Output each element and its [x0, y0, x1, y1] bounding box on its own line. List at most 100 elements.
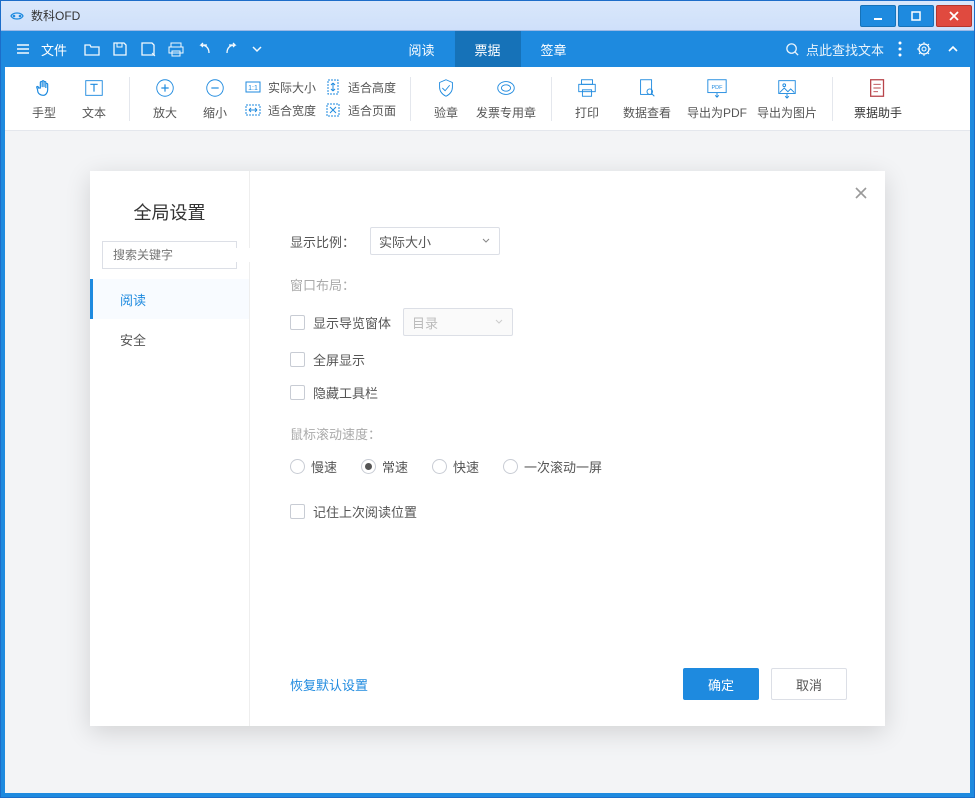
search-text[interactable]: 点此查找文本	[785, 40, 884, 59]
titlebar: 数科OFD	[1, 1, 974, 31]
fit-height-icon	[325, 79, 341, 95]
open-icon[interactable]	[83, 40, 101, 58]
modal-search[interactable]	[102, 241, 237, 269]
tool-actual-size[interactable]: 1:1实际大小	[244, 79, 316, 96]
mouse-scroll-label: 鼠标滚动速度：	[290, 424, 845, 443]
tab-seal[interactable]: 签章	[521, 31, 587, 67]
save-icon[interactable]	[111, 40, 129, 58]
speed-radio-group: 慢速 常速 快速 一次滚动一屏	[290, 457, 845, 476]
hand-icon	[33, 77, 55, 99]
tool-fit-height[interactable]: 适合高度	[324, 79, 396, 96]
tool-ticket-helper-label: 票据助手	[854, 104, 902, 121]
tab-invoice[interactable]: 票据	[454, 31, 520, 67]
ok-button[interactable]: 确定	[683, 668, 759, 700]
close-button[interactable]	[936, 5, 972, 27]
tool-text-label: 文本	[82, 104, 106, 121]
tab-read[interactable]: 阅读	[388, 31, 454, 67]
speed-slow[interactable]: 慢速	[290, 457, 337, 476]
window-title: 数科OFD	[31, 7, 80, 24]
menubar: 文件 阅读 票据 签章 点此查找文本	[5, 31, 970, 67]
main-tabs: 阅读 票据 签章	[388, 31, 586, 67]
fit-width-icon	[245, 102, 261, 118]
chevron-down-icon	[494, 317, 504, 327]
text-icon	[83, 77, 105, 99]
minimize-button[interactable]	[860, 5, 896, 27]
close-icon	[853, 185, 869, 201]
printer-icon	[576, 77, 598, 99]
file-menu[interactable]: 文件	[41, 40, 67, 59]
redo-icon[interactable]	[223, 40, 241, 58]
fullscreen-label: 全屏显示	[313, 350, 365, 369]
settings-gear-icon[interactable]	[916, 41, 932, 57]
speed-fast[interactable]: 快速	[432, 457, 479, 476]
tool-fit-width[interactable]: 适合宽度	[244, 102, 316, 119]
display-ratio-select[interactable]: 实际大小	[370, 227, 500, 255]
remember-position-checkbox[interactable]	[290, 504, 305, 519]
ticket-helper-icon	[867, 77, 889, 99]
tool-zoom-out[interactable]: 缩小	[190, 71, 240, 127]
tool-zoom-in[interactable]: 放大	[140, 71, 190, 127]
tool-export-img[interactable]: 导出为图片	[752, 71, 822, 127]
tool-data-view-label: 数据查看	[623, 104, 671, 121]
sidebar-item-security[interactable]: 安全	[90, 319, 249, 359]
tool-hand-label: 手型	[32, 104, 56, 121]
save-as-icon[interactable]	[139, 40, 157, 58]
shield-check-icon	[435, 77, 457, 99]
nav-select-value: 目录	[412, 313, 438, 332]
menu-hamburger-icon[interactable]	[15, 41, 31, 57]
svg-text:1:1: 1:1	[248, 85, 258, 92]
hide-toolbar-checkbox[interactable]	[290, 385, 305, 400]
pdf-icon: PDF	[705, 77, 729, 99]
tool-print-label: 打印	[575, 104, 599, 121]
print-icon[interactable]	[167, 40, 185, 58]
tool-text[interactable]: 文本	[69, 71, 119, 127]
app-logo-icon	[9, 8, 25, 24]
tool-zoom-out-label: 缩小	[203, 104, 227, 121]
zoom-in-icon	[154, 77, 176, 99]
search-placeholder-text: 点此查找文本	[806, 40, 884, 59]
dropdown-icon[interactable]	[251, 43, 263, 55]
seal-icon	[495, 77, 517, 99]
speed-page[interactable]: 一次滚动一屏	[503, 457, 602, 476]
window-layout-label: 窗口布局：	[290, 275, 845, 294]
undo-icon[interactable]	[195, 40, 213, 58]
speed-normal[interactable]: 常速	[361, 457, 408, 476]
tool-print[interactable]: 打印	[562, 71, 612, 127]
show-nav-label: 显示导览窗体	[313, 313, 391, 332]
restore-defaults-link[interactable]: 恢复默认设置	[290, 675, 368, 694]
show-nav-checkbox[interactable]	[290, 315, 305, 330]
tool-verify[interactable]: 验章	[421, 71, 471, 127]
more-icon[interactable]	[898, 41, 902, 57]
hide-toolbar-label: 隐藏工具栏	[313, 383, 378, 402]
collapse-ribbon-icon[interactable]	[946, 42, 960, 56]
tool-verify-label: 验章	[434, 104, 458, 121]
zoom-out-icon	[204, 77, 226, 99]
tool-export-pdf[interactable]: PDF 导出为PDF	[682, 71, 752, 127]
tool-hand[interactable]: 手型	[19, 71, 69, 127]
maximize-button[interactable]	[898, 5, 934, 27]
tool-zoom-in-label: 放大	[153, 104, 177, 121]
sidebar-item-read[interactable]: 阅读	[90, 279, 249, 319]
content-area: 全局设置 阅读 安全 显示比例： 实际大小	[5, 131, 970, 793]
nav-select[interactable]: 目录	[403, 308, 513, 336]
actual-size-icon: 1:1	[245, 79, 261, 95]
modal-search-input[interactable]	[113, 248, 268, 262]
chevron-down-icon	[481, 236, 491, 246]
search-icon	[785, 42, 800, 57]
fullscreen-checkbox[interactable]	[290, 352, 305, 367]
tool-invoice-seal[interactable]: 发票专用章	[471, 71, 541, 127]
remember-position-label: 记住上次阅读位置	[313, 502, 417, 521]
display-ratio-label: 显示比例：	[290, 232, 370, 251]
cancel-button[interactable]: 取消	[771, 668, 847, 700]
modal-close-button[interactable]	[853, 185, 869, 201]
document-search-icon	[636, 77, 658, 99]
tool-ticket-helper[interactable]: 票据助手	[843, 71, 913, 127]
fit-page-icon	[325, 102, 341, 118]
tool-export-pdf-label: 导出为PDF	[687, 104, 747, 121]
tool-data-view[interactable]: 数据查看	[612, 71, 682, 127]
modal-title: 全局设置	[90, 199, 249, 225]
settings-modal: 全局设置 阅读 安全 显示比例： 实际大小	[90, 171, 885, 726]
image-icon	[776, 77, 798, 99]
tool-fit-page[interactable]: 适合页面	[324, 102, 396, 119]
display-ratio-value: 实际大小	[379, 232, 431, 251]
